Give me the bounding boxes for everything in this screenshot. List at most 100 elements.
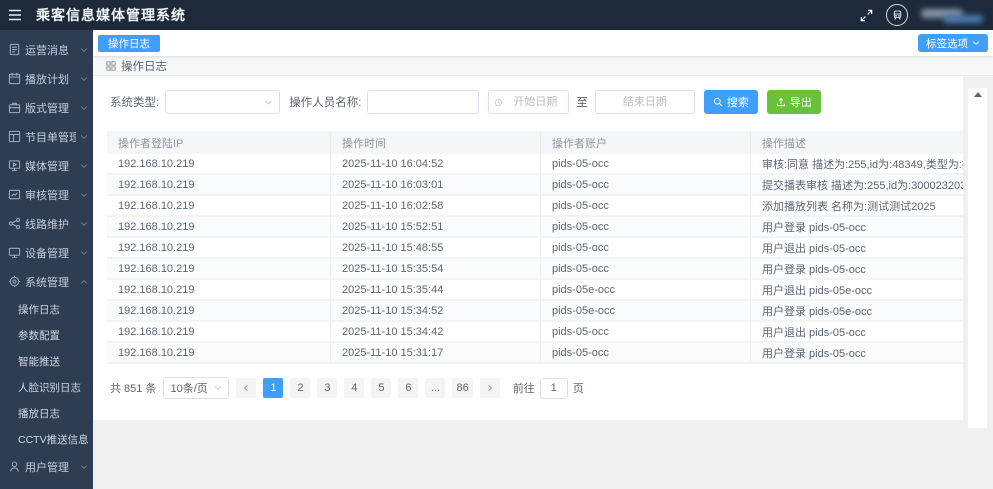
chevron-down-icon — [80, 249, 88, 257]
system-type-label: 系统类型: — [110, 97, 160, 109]
operator-name-input[interactable] — [367, 90, 480, 114]
sidebar-item-media-mgmt[interactable]: 媒体管理 — [0, 151, 93, 180]
calendar-icon — [8, 72, 21, 85]
cell-ip: 192.168.10.219 — [118, 283, 195, 296]
sidebar-item-label: 用户管理 — [25, 461, 69, 474]
hamburger-icon[interactable] — [0, 0, 30, 30]
cell-ip: 192.168.10.219 — [118, 262, 195, 275]
cell-ip: 192.168.10.219 — [118, 178, 195, 191]
cell-description: 用户登录 pids-05-occ — [750, 217, 963, 236]
cell-description: 添加播放列表 名称为:测试测试2025 — [750, 196, 963, 215]
search-button-label: 搜索 — [726, 97, 749, 109]
cell-description: 用户登录 pids-05-occ — [750, 259, 963, 278]
sidebar-subitem[interactable]: 人脸识别日志 — [0, 374, 93, 400]
program-grid-icon — [8, 130, 21, 143]
table-row: 192.168.10.219 2025-11-10 15:31:17 pids-… — [107, 343, 963, 364]
cell-account: pids-05e-occ — [540, 280, 750, 299]
cell-account: pids-05-occ — [540, 196, 750, 215]
pagination: 共 851 条 10条/页 1 2 3 4 5 6 ... 86 前往 页 — [110, 377, 963, 399]
sidebar-item-label: 线路维护 — [25, 218, 69, 231]
goto-page-input[interactable] — [539, 377, 568, 399]
cell-time: 2025-11-10 16:04:52 — [330, 154, 540, 173]
page-button-2[interactable]: 2 — [290, 378, 311, 398]
sidebar-item-layout-mgmt[interactable]: 版式管理 — [0, 93, 93, 122]
cell-time: 2025-11-10 15:34:52 — [330, 301, 540, 320]
grid-icon — [106, 60, 116, 71]
cell-account: pids-05-occ — [540, 238, 750, 257]
chevron-down-icon — [80, 104, 88, 112]
page-button-4[interactable]: 4 — [344, 378, 365, 398]
page-size-select[interactable]: 10条/页 — [163, 377, 230, 399]
username-redacted[interactable] — [921, 7, 983, 23]
app-title: 乘客信息媒体管理系统 — [36, 7, 186, 23]
sidebar-item-play-plan[interactable]: 播放计划 — [0, 64, 93, 93]
sidebar-subitem[interactable]: 播放日志 — [0, 400, 93, 426]
chevron-down-icon — [80, 75, 88, 83]
cell-ip: 192.168.10.219 — [118, 199, 195, 212]
user-icon — [8, 460, 21, 473]
cell-ip: 192.168.10.219 — [118, 241, 195, 254]
column-header-description: 操作描述 — [750, 131, 963, 154]
briefcase-icon — [8, 101, 21, 114]
cell-description: 用户退出 pids-05-occ — [750, 322, 963, 341]
cell-ip: 192.168.10.219 — [118, 157, 195, 170]
next-page-button[interactable] — [479, 378, 500, 398]
review-picture-icon — [8, 188, 21, 201]
cell-account: pids-05-occ — [540, 217, 750, 236]
end-date-field[interactable] — [600, 96, 689, 108]
prev-page-button[interactable] — [236, 378, 257, 398]
sidebar-subitem[interactable]: 参数配置 — [0, 322, 93, 348]
page-button-3[interactable]: 3 — [317, 378, 338, 398]
cell-ip: 192.168.10.219 — [118, 346, 195, 359]
cell-account: pids-05-occ — [540, 259, 750, 278]
page-button-86[interactable]: 86 — [452, 378, 473, 398]
tag-options-button[interactable]: 标签选项 — [918, 34, 988, 52]
cell-description: 审核:同意 描述为:255,id为:48349,类型为:播放列表 — [750, 154, 963, 173]
sidebar-subitem[interactable]: 操作日志 — [0, 296, 93, 322]
tab-operation-log[interactable]: 操作日志 — [98, 34, 160, 52]
cell-time: 2025-11-10 15:48:55 — [330, 238, 540, 257]
sidebar-item-device-mgmt[interactable]: 设备管理 — [0, 238, 93, 267]
end-date-input[interactable] — [594, 90, 695, 114]
chevron-left-icon — [244, 384, 249, 392]
chevron-up-icon — [80, 278, 88, 286]
chevron-down-icon — [80, 463, 88, 471]
sidebar-item-line-maintenance[interactable]: 线路维护 — [0, 209, 93, 238]
sidebar-subitem-label: 智能推送 — [18, 355, 60, 368]
export-button[interactable]: 导出 — [766, 90, 821, 114]
search-button[interactable]: 搜索 — [703, 90, 758, 114]
page-button-6[interactable]: 6 — [398, 378, 419, 398]
start-date-field[interactable] — [507, 96, 564, 108]
scroll-up-arrow-icon[interactable] — [973, 92, 982, 97]
sidebar-item-review-mgmt[interactable]: 审核管理 — [0, 180, 93, 209]
sidebar-item-user-mgmt[interactable]: 用户管理 — [0, 452, 93, 481]
fullscreen-icon[interactable] — [860, 9, 873, 22]
sidebar-item-label: 节目单管理 — [25, 131, 76, 144]
column-header-time: 操作时间 — [330, 131, 540, 154]
export-button-label: 导出 — [789, 97, 812, 109]
chevron-down-icon — [80, 162, 88, 170]
page-button-5[interactable]: 5 — [371, 378, 392, 398]
sidebar-item-label: 版式管理 — [25, 102, 69, 115]
goto-suffix: 页 — [572, 383, 584, 395]
page-button-1[interactable]: 1 — [263, 378, 284, 398]
page-ellipsis[interactable]: ... — [425, 378, 446, 398]
system-type-select[interactable] — [165, 90, 281, 114]
scrollbar[interactable] — [968, 88, 987, 428]
sidebar-item-label: 媒体管理 — [25, 160, 69, 173]
date-range-separator: 至 — [576, 97, 588, 109]
sidebar-subitem[interactable]: 智能推送 — [0, 348, 93, 374]
sidebar-item-system-mgmt[interactable]: 系统管理 — [0, 267, 93, 296]
start-date-input[interactable] — [488, 90, 570, 114]
sidebar-item-label: 系统管理 — [25, 276, 69, 289]
content-card: 系统类型: 操作人员名称: 至 搜索 导出 — [93, 76, 963, 420]
sidebar-item-operation-news[interactable]: 运营消息 — [0, 35, 93, 64]
cell-description: 用户退出 pids-05e-occ — [750, 280, 963, 299]
page-size-value: 10条/页 — [170, 383, 208, 395]
sidebar-subitem[interactable]: CCTV推送信息 — [0, 426, 93, 452]
sidebar-item-program-list-mgmt[interactable]: 节目单管理 — [0, 122, 93, 151]
system-submenu: 操作日志 参数配置 智能推送 人脸识别日志 播放日志 CCTV推送信息 — [0, 296, 93, 452]
tag-options-label: 标签选项 — [926, 37, 968, 50]
train-avatar-icon[interactable] — [886, 4, 908, 26]
table-row: 192.168.10.219 2025-11-10 15:34:42 pids-… — [107, 322, 963, 343]
